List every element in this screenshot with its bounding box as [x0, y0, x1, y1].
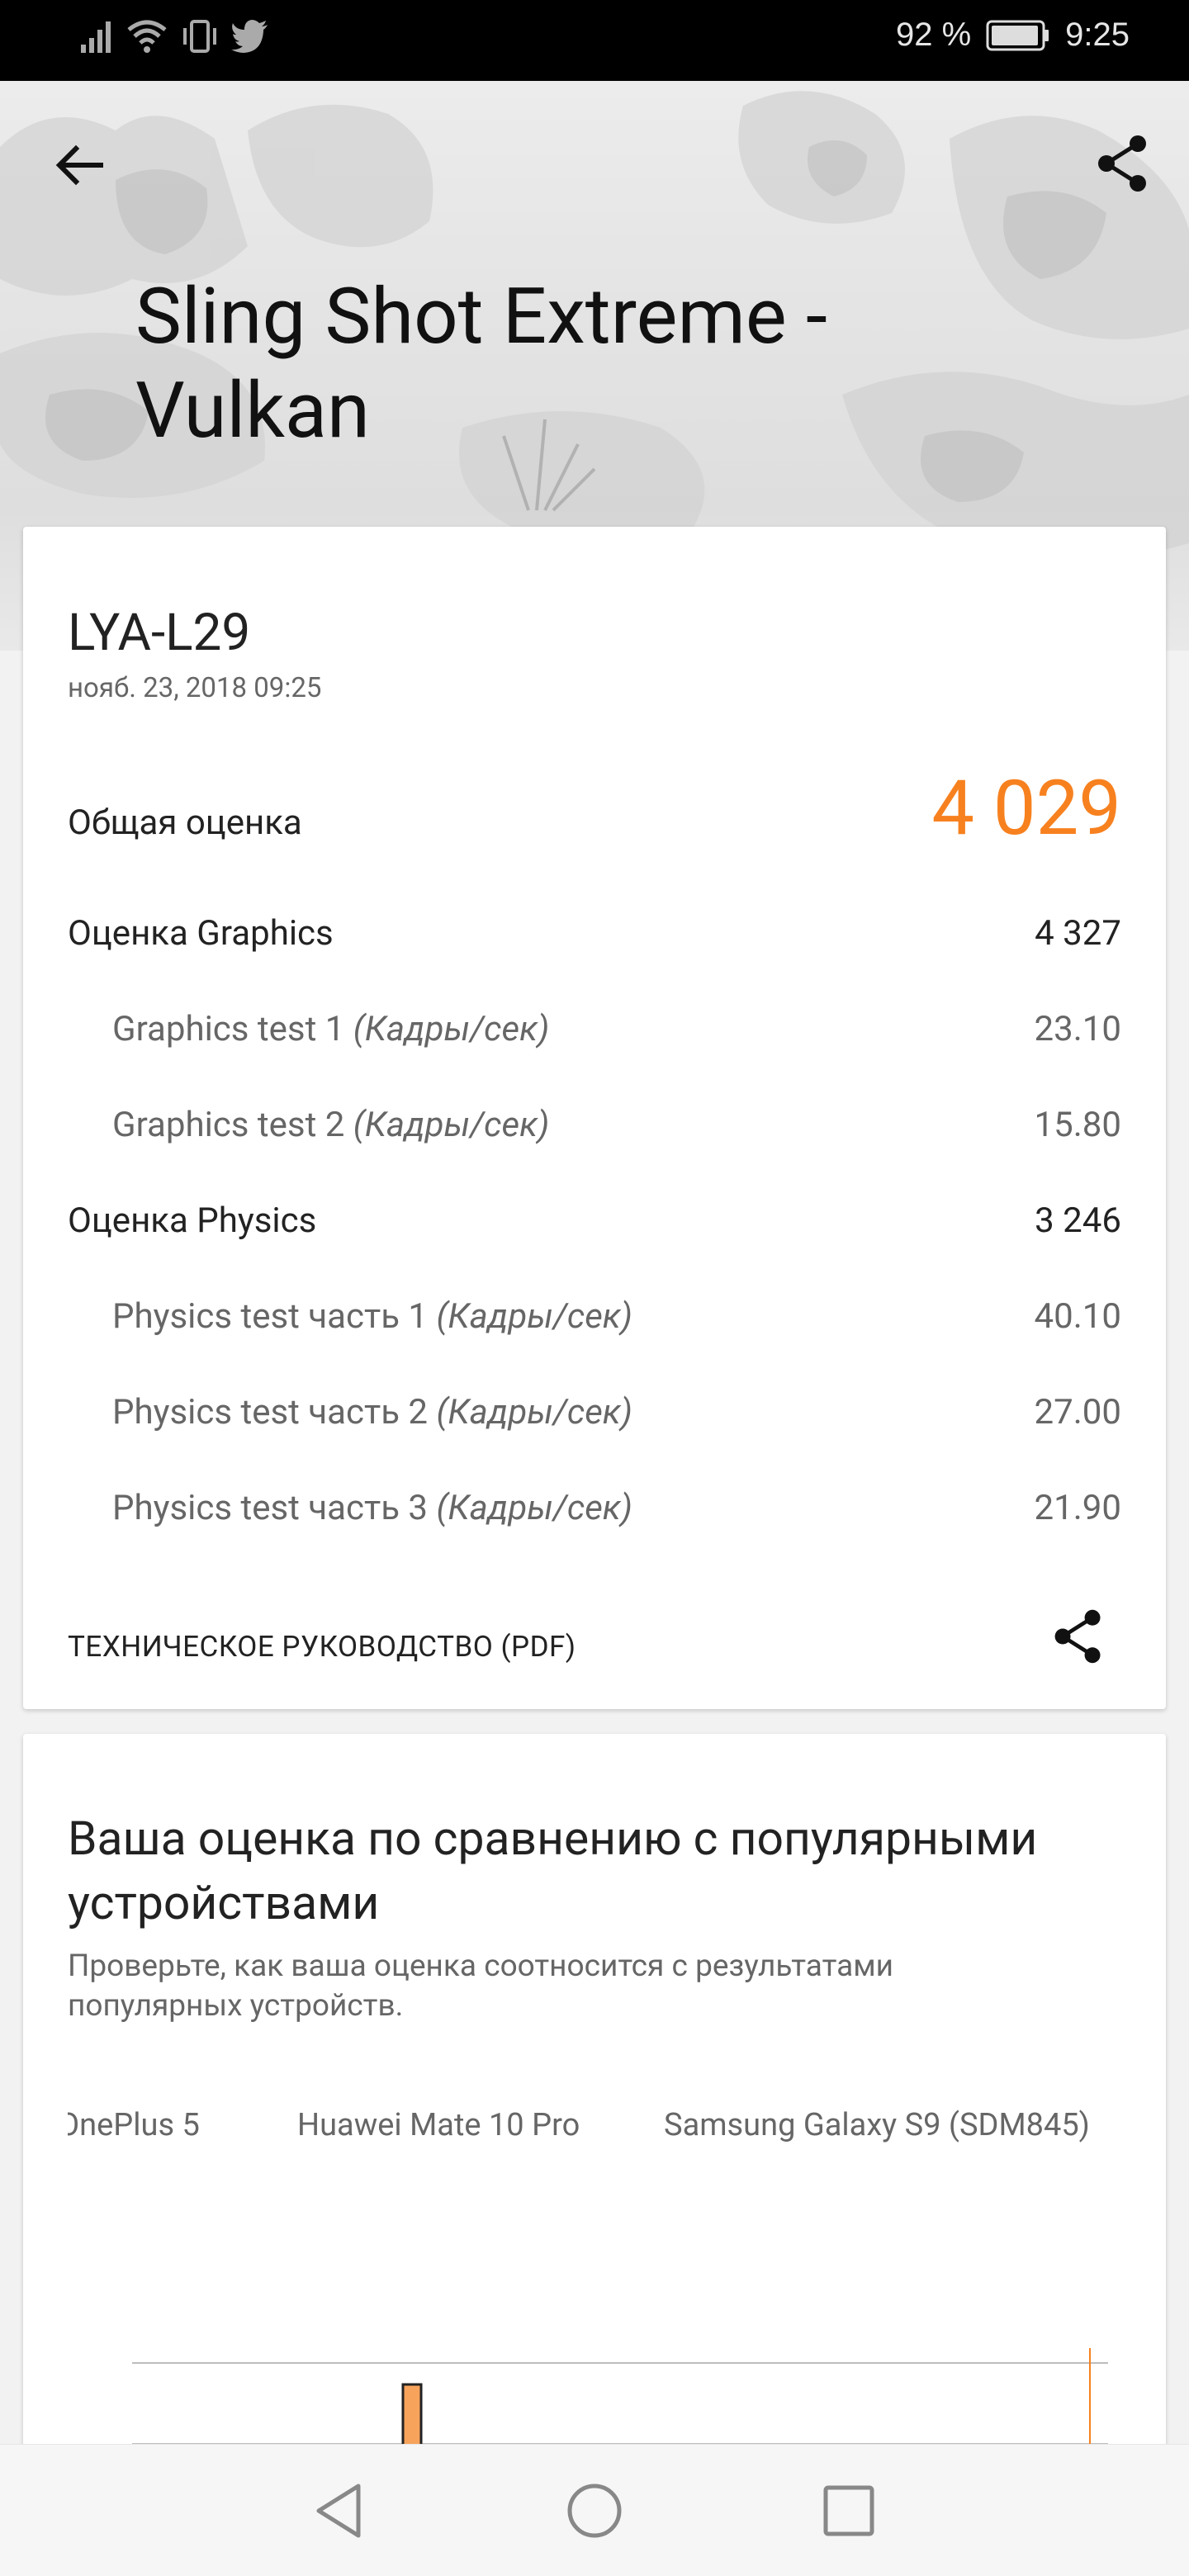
score-row-physics: Оценка Physics 3 246 [68, 1200, 1121, 1241]
device-label[interactable]: Samsung Galaxy S9 (SDM845) [664, 2107, 1090, 2143]
score-row-unit: (Кадры/сек) [436, 1488, 632, 1528]
score-row-label: Оценка Physics [68, 1200, 317, 1241]
back-arrow-icon[interactable] [50, 135, 109, 195]
score-row-value: 21.90 [1034, 1488, 1122, 1528]
signal-icon [81, 21, 111, 53]
share-icon[interactable] [1049, 1607, 1108, 1666]
comparison-title: Ваша оценка по сравнению с популярными у… [68, 1811, 1038, 1930]
technical-guide-pdf-link[interactable]: ТЕХНИЧЕСКОЕ РУКОВОДСТВО (PDF) [68, 1630, 576, 1664]
vibrate-icon [183, 20, 216, 53]
score-row-label: Physics test часть 1 [112, 1296, 437, 1337]
score-row-value: 40.10 [1034, 1296, 1122, 1337]
overall-score-value: 4 029 [931, 765, 1121, 853]
comparison-card: Ваша оценка по сравнению с популярными у… [23, 1734, 1166, 2559]
score-row-value: 23.10 [1034, 1009, 1122, 1049]
clock: 9:25 [1065, 17, 1130, 53]
score-row-value: 15.80 [1034, 1105, 1122, 1145]
score-row-label: Оценка Graphics [68, 913, 334, 954]
wifi-icon [127, 20, 167, 53]
score-row-label: Physics test часть 3 [112, 1488, 437, 1528]
score-row-value: 3 246 [1035, 1200, 1121, 1241]
device-label[interactable]: Huawei Mate 10 Pro [297, 2107, 580, 2143]
score-row-physics-test-1: Physics test часть 1 (Кадры/сек) 40.10 [112, 1296, 1121, 1337]
score-row-physics-test-3: Physics test часть 3 (Кадры/сек) 21.90 [112, 1488, 1121, 1528]
system-navigation-bar [0, 2444, 1189, 2576]
score-row-unit: (Кадры/сек) [436, 1296, 632, 1337]
recents-square-icon[interactable] [816, 2478, 882, 2544]
page-title: Sling Shot Extreme - Vulkan [135, 271, 828, 456]
back-triangle-icon[interactable] [307, 2478, 373, 2544]
score-row-value: 4 327 [1035, 913, 1121, 954]
device-label[interactable]: OnePlus 5 [68, 2107, 200, 2143]
score-row-graphics-test-2: Graphics test 2 (Кадры/сек) 15.80 [112, 1105, 1121, 1145]
score-row-unit: (Кадры/сек) [353, 1009, 550, 1049]
test-date: нояб. 23, 2018 09:25 [68, 672, 322, 704]
overall-score-label: Общая оценка [68, 803, 302, 843]
twitter-icon [231, 20, 268, 53]
score-row-label: Physics test часть 2 [112, 1392, 437, 1432]
device-name: LYA-L29 [68, 603, 251, 663]
score-row-label: Graphics test 1 [112, 1009, 353, 1049]
comparison-subtitle: Проверьте, как ваша оценка соотносится с… [68, 1949, 894, 2024]
score-row-physics-test-2: Physics test часть 2 (Кадры/сек) 27.00 [112, 1392, 1121, 1432]
device-carousel[interactable]: OnePlus 5 Huawei Mate 10 Pro Samsung Gal… [68, 2107, 1121, 2153]
score-row-unit: (Кадры/сек) [436, 1392, 632, 1432]
score-row-graphics: Оценка Graphics 4 327 [68, 913, 1121, 954]
score-row-label: Graphics test 2 [112, 1105, 353, 1145]
score-row-value: 27.00 [1034, 1392, 1122, 1432]
home-circle-icon[interactable] [561, 2478, 628, 2544]
battery-percent: 92 % [895, 17, 972, 53]
battery-icon [986, 20, 1049, 50]
score-row-unit: (Кадры/сек) [353, 1105, 550, 1145]
result-card: LYA-L29 нояб. 23, 2018 09:25 Общая оценк… [23, 527, 1166, 1709]
status-bar: 92 % 9:25 [0, 0, 1189, 81]
share-icon[interactable] [1092, 132, 1154, 195]
score-row-graphics-test-1: Graphics test 1 (Кадры/сек) 23.10 [112, 1009, 1121, 1049]
